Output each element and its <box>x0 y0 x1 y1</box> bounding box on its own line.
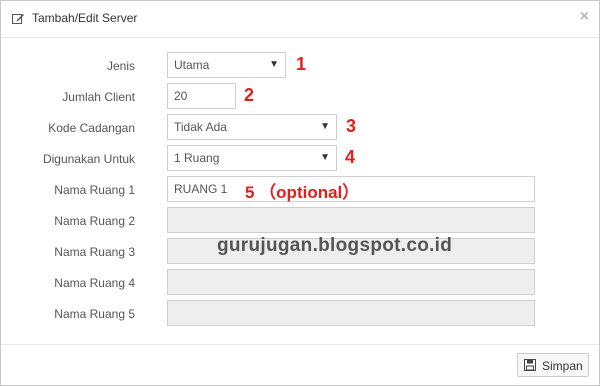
edit-icon <box>12 14 24 24</box>
kode-cadangan-select[interactable]: Tidak Ada ▼ <box>167 114 337 140</box>
digunakan-untuk-select[interactable]: 1 Ruang ▼ <box>167 145 337 171</box>
server-dialog: Tambah/Edit Server × Jenis Utama ▼ 1 Jum… <box>0 0 600 386</box>
nama-ruang-4-label: Nama Ruang 4 <box>54 276 135 290</box>
nama-ruang-5-label: Nama Ruang 5 <box>54 307 135 321</box>
close-icon[interactable]: × <box>580 8 589 26</box>
digunakan-untuk-label: Digunakan Untuk <box>42 152 135 166</box>
watermark-text: gurujugan.blogspot.co.id <box>217 235 453 256</box>
optional-annotation: 5 （optional） <box>245 183 360 202</box>
jenis-value: Utama <box>174 58 210 72</box>
save-button[interactable]: Simpan <box>517 353 589 377</box>
nama-ruang-3-label: Nama Ruang 3 <box>54 245 135 259</box>
nama-ruang-1-value: RUANG 1 <box>174 182 228 196</box>
digunakan-untuk-value: 1 Ruang <box>174 151 220 165</box>
nama-ruang-5-input <box>167 300 535 326</box>
save-icon <box>524 359 536 371</box>
marker-1: 1 <box>296 54 307 74</box>
dialog-title: Tambah/Edit Server <box>32 11 138 25</box>
nama-ruang-2-label: Nama Ruang 2 <box>54 214 135 228</box>
jumlah-client-label: Jumlah Client <box>62 90 135 104</box>
dialog-header: Tambah/Edit Server × <box>1 1 599 38</box>
marker-4: 4 <box>345 147 356 167</box>
caret-down-icon: ▼ <box>269 59 279 70</box>
save-button-label: Simpan <box>542 359 583 373</box>
dialog-footer <box>1 344 599 386</box>
jumlah-client-input[interactable]: 20 <box>167 83 236 109</box>
caret-down-icon: ▼ <box>320 121 330 132</box>
nama-ruang-1-label: Nama Ruang 1 <box>54 183 135 197</box>
jenis-label: Jenis <box>106 59 135 73</box>
kode-cadangan-value: Tidak Ada <box>174 120 227 134</box>
marker-3: 3 <box>346 116 357 136</box>
marker-2: 2 <box>244 85 255 105</box>
jumlah-client-value: 20 <box>174 89 188 103</box>
nama-ruang-2-input <box>167 207 535 233</box>
nama-ruang-4-input <box>167 269 535 295</box>
caret-down-icon: ▼ <box>320 152 330 163</box>
jenis-select[interactable]: Utama ▼ <box>167 52 286 78</box>
kode-cadangan-label: Kode Cadangan <box>48 121 135 135</box>
